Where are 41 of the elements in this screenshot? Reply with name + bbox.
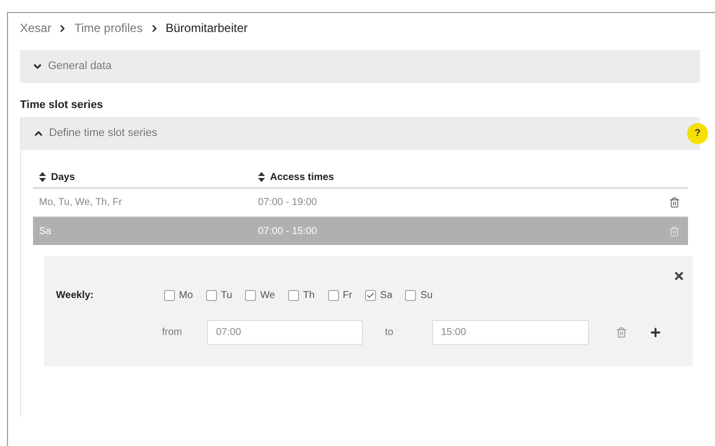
chevron-icon [33, 128, 44, 139]
chevron-icon [32, 61, 43, 72]
field-label: Weekly: [55, 288, 95, 302]
checkbox[interactable] [206, 290, 217, 300]
checkbox-label: Su [420, 288, 433, 302]
checkbox[interactable] [328, 290, 339, 300]
checkbox-label: We [260, 288, 276, 302]
table-cell-text: Sa [38, 224, 52, 238]
section-heading: Time slot series [20, 98, 104, 111]
checkbox[interactable] [164, 290, 175, 300]
breadcrumb-item[interactable]: Xesar [20, 19, 52, 37]
time-input[interactable]: 15:00 [432, 320, 589, 345]
checkbox-label: Fr [342, 288, 352, 302]
column-header[interactable]: Access times [270, 170, 334, 184]
time-input[interactable]: 07:00 [207, 320, 363, 345]
table-cell-text: Mo, Tu, We, Th, Fr [38, 196, 123, 210]
breadcrumb-item: Büromitarbeiter [166, 20, 248, 37]
table-row[interactable]: Sa 07:00 - 15:00 [33, 217, 688, 245]
table-cell-text: 07:00 - 19:00 [258, 196, 318, 210]
help-button[interactable]: ? [687, 123, 708, 144]
table-cell-text: 07:00 - 15:00 [258, 224, 318, 238]
checkbox[interactable] [405, 290, 416, 300]
trash-icon[interactable] [616, 327, 627, 338]
close-icon[interactable] [673, 270, 685, 282]
field-label: from [161, 326, 183, 340]
checkbox-label: Mo [179, 288, 193, 302]
checkbox[interactable] [288, 290, 300, 300]
field-label: to [384, 326, 394, 340]
checkbox-label: Sa [380, 288, 392, 302]
sort-icon[interactable] [39, 172, 46, 182]
section-header[interactable]: General data [20, 50, 700, 83]
trash-icon[interactable] [669, 197, 680, 208]
checkbox[interactable] [245, 290, 256, 300]
checkbox[interactable] [365, 290, 376, 300]
checkbox-label: Th [303, 288, 315, 302]
column-header[interactable]: Days [51, 170, 75, 184]
add-icon[interactable] [649, 326, 662, 339]
breadcrumb-item[interactable]: Time profiles [74, 19, 143, 37]
section-title: Define time slot series [49, 126, 158, 142]
checkbox-label: Tu [220, 288, 232, 302]
sort-icon[interactable] [258, 172, 265, 182]
